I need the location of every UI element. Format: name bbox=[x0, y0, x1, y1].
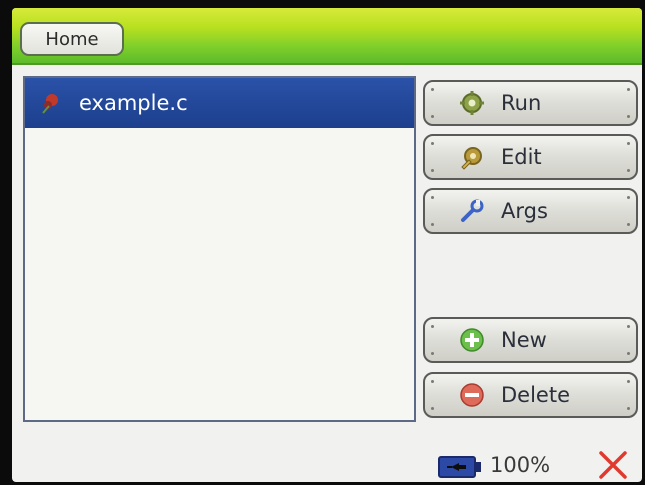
edit-button[interactable]: Edit bbox=[423, 134, 638, 180]
args-button[interactable]: Args bbox=[423, 188, 638, 234]
header-bar: Home bbox=[12, 8, 642, 65]
gear-edit-icon bbox=[461, 147, 482, 170]
plug-icon bbox=[447, 463, 466, 471]
run-button-label: Run bbox=[501, 91, 542, 115]
plus-circle-icon bbox=[460, 328, 484, 352]
file-list[interactable]: example.c bbox=[23, 76, 416, 422]
wrench-icon bbox=[461, 199, 484, 222]
minus-circle-icon bbox=[460, 383, 484, 407]
delete-button[interactable]: Delete bbox=[423, 372, 638, 418]
home-tab-label: Home bbox=[45, 28, 99, 50]
c-source-file-icon bbox=[42, 94, 58, 114]
list-item-label: example.c bbox=[79, 91, 188, 115]
battery-terminal bbox=[476, 462, 481, 472]
list-item[interactable]: example.c bbox=[25, 78, 414, 128]
home-tab[interactable]: Home bbox=[20, 22, 124, 56]
battery-percent: 100% bbox=[490, 453, 551, 477]
edit-button-label: Edit bbox=[501, 145, 542, 169]
device-screen: Home example.c Run Edit Args New Delete … bbox=[12, 8, 642, 482]
args-button-label: Args bbox=[501, 199, 548, 223]
run-button[interactable]: Run bbox=[423, 80, 638, 126]
close-icon[interactable] bbox=[596, 448, 630, 482]
battery-icon bbox=[438, 456, 476, 478]
new-button-label: New bbox=[501, 328, 547, 352]
gear-icon bbox=[460, 91, 484, 115]
delete-button-label: Delete bbox=[501, 383, 570, 407]
new-button[interactable]: New bbox=[423, 317, 638, 363]
